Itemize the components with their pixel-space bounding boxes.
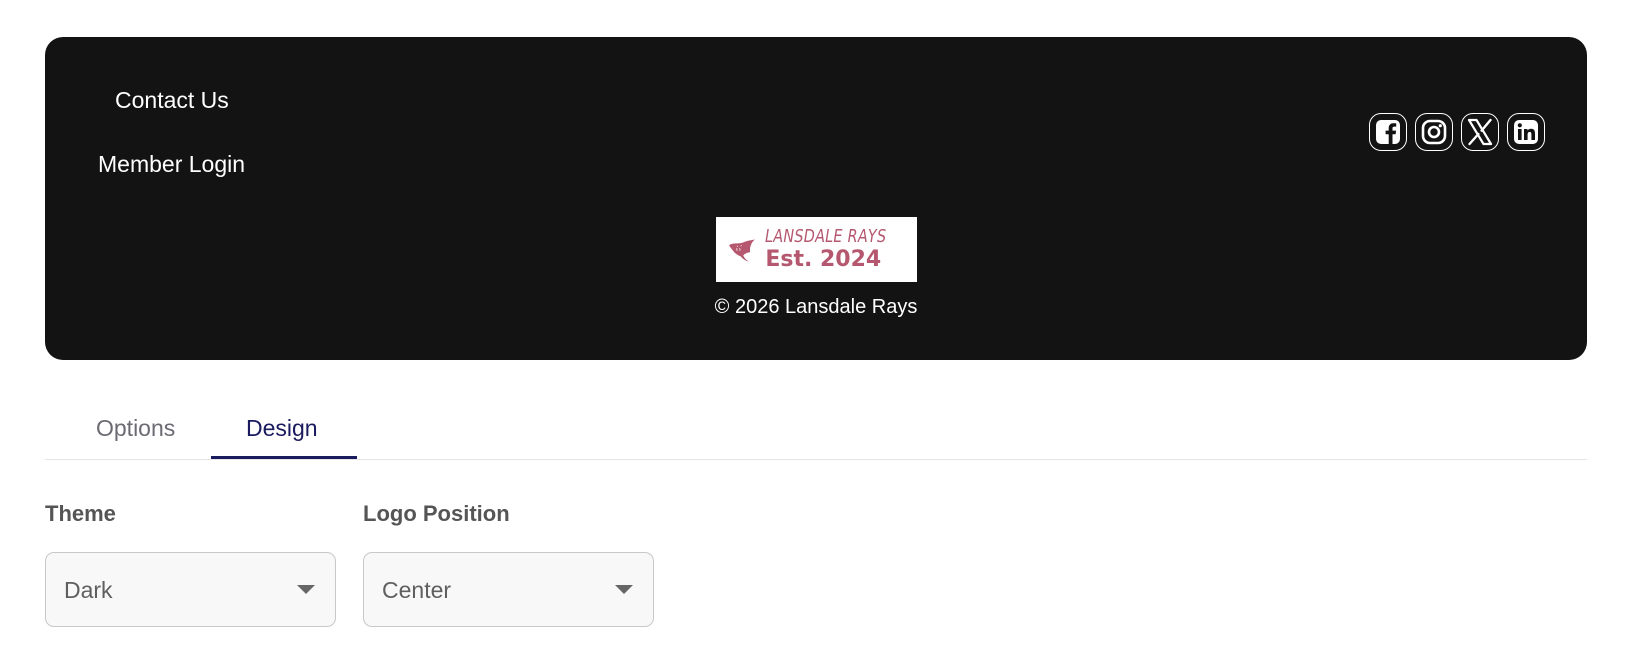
logo-text: LANSDALE RAYS Est. 2024 bbox=[765, 228, 917, 271]
contact-us-link[interactable]: Contact Us bbox=[115, 87, 229, 114]
svg-text:$ $: $ $ bbox=[736, 247, 741, 251]
manta-ray-icon: $ $ bbox=[729, 238, 755, 262]
logo-position-label: Logo Position bbox=[363, 501, 510, 526]
theme-select[interactable]: Dark bbox=[45, 552, 336, 627]
social-links bbox=[1369, 113, 1545, 151]
facebook-icon[interactable] bbox=[1369, 113, 1407, 151]
settings-tabs: Options Design bbox=[45, 388, 1587, 460]
member-login-link[interactable]: Member Login bbox=[98, 151, 245, 178]
logo-position-select[interactable]: Center bbox=[363, 552, 654, 627]
logo-established: Est. 2024 bbox=[765, 247, 882, 272]
instagram-icon[interactable] bbox=[1415, 113, 1453, 151]
logo-team-name: LANSDALE RAYS bbox=[765, 226, 887, 247]
chevron-down-icon bbox=[615, 585, 633, 594]
tab-options[interactable]: Options bbox=[96, 415, 175, 442]
footer-preview: Contact Us Member Login $ $ LANSDALE RAY… bbox=[45, 37, 1587, 360]
logo-position-select-value: Center bbox=[382, 577, 452, 603]
x-icon[interactable] bbox=[1461, 113, 1499, 151]
lansdale-rays-logo: $ $ LANSDALE RAYS Est. 2024 bbox=[716, 217, 917, 282]
theme-select-value: Dark bbox=[64, 577, 113, 603]
linkedin-icon[interactable] bbox=[1507, 113, 1545, 151]
tab-design[interactable]: Design bbox=[246, 415, 318, 442]
chevron-down-icon bbox=[297, 585, 315, 594]
active-tab-indicator bbox=[211, 456, 357, 459]
theme-label: Theme bbox=[45, 501, 116, 526]
copyright-text: © 2026 Lansdale Rays bbox=[714, 296, 918, 318]
